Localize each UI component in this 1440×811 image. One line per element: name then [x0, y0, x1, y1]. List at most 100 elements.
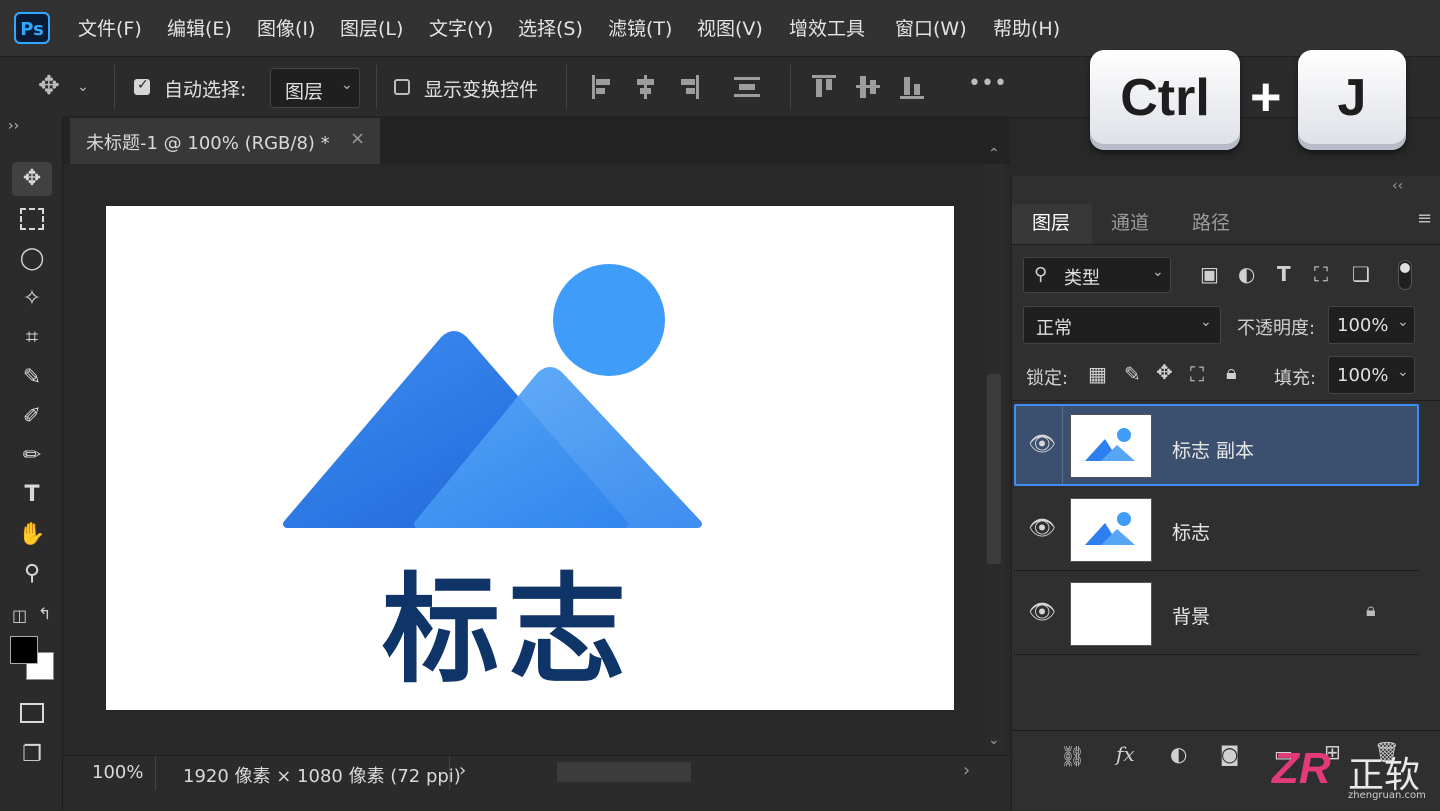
- opacity-field[interactable]: 100% ⌄: [1328, 306, 1415, 344]
- quick-mask-icon[interactable]: [12, 696, 52, 730]
- menu-image[interactable]: 图像(I): [257, 14, 315, 41]
- visibility-eye-icon[interactable]: 👁︎: [1028, 600, 1056, 625]
- chevron-down-icon: ⌄: [1200, 314, 1212, 330]
- lock-transparent-pixels-icon[interactable]: ▦: [1088, 362, 1107, 386]
- chevron-right-icon[interactable]: ›: [459, 760, 466, 781]
- panel-menu-icon[interactable]: ≡: [1417, 208, 1432, 229]
- divider: [449, 756, 450, 790]
- filter-toggle-switch[interactable]: [1398, 260, 1412, 290]
- scroll-right-icon[interactable]: ›: [963, 760, 970, 781]
- hand-tool-icon[interactable]: ✋: [12, 518, 52, 552]
- vertical-scroll-thumb[interactable]: [987, 374, 1001, 564]
- brush-tool-icon[interactable]: ✏: [12, 439, 52, 473]
- horizontal-scroll-thumb[interactable]: [557, 762, 691, 782]
- divider: [1012, 244, 1440, 245]
- auto-select-target-dropdown[interactable]: 图层 ⌄: [270, 68, 360, 108]
- layer-name[interactable]: 标志 副本: [1172, 436, 1254, 463]
- marquee-tool-icon[interactable]: [12, 202, 52, 236]
- lock-position-icon[interactable]: ✥: [1156, 360, 1173, 384]
- chevron-down-icon: ⌄: [1397, 364, 1409, 380]
- menu-layer[interactable]: 图层(L): [340, 14, 403, 41]
- move-tool-icon[interactable]: ✥: [12, 162, 52, 196]
- shape-layer-filter-icon[interactable]: ⛶: [1314, 262, 1328, 286]
- layer-thumbnail: [1070, 498, 1152, 562]
- chevron-down-icon[interactable]: ⌄: [77, 79, 89, 95]
- menu-view[interactable]: 视图(V): [697, 14, 763, 41]
- align-bottom-icon: [900, 77, 924, 99]
- tab-paths[interactable]: 路径: [1192, 208, 1230, 235]
- healing-brush-tool-icon[interactable]: ✐: [12, 400, 52, 434]
- layer-name[interactable]: 背景: [1172, 602, 1210, 629]
- adjustment-layer-icon[interactable]: ◐: [1170, 742, 1187, 766]
- document-tab[interactable]: 未标题-1 @ 100% (RGB/8) * ×: [70, 118, 380, 164]
- photoshop-logo: Ps: [14, 12, 50, 44]
- scroll-up-icon[interactable]: ⌃: [988, 146, 1000, 162]
- screen-mode-icon[interactable]: ❐: [12, 738, 52, 772]
- blend-mode-dropdown[interactable]: 正常 ⌄: [1023, 306, 1221, 344]
- layer-thumbnail: [1070, 414, 1152, 478]
- fill-value: 100%: [1337, 365, 1389, 386]
- menu-edit[interactable]: 编辑(E): [167, 14, 232, 41]
- smart-object-filter-icon[interactable]: ❏: [1352, 262, 1370, 286]
- vertical-scrollbar[interactable]: ⌃ ⌄: [985, 146, 1005, 754]
- default-colors-icon[interactable]: ◫: [12, 606, 27, 625]
- menu-filter[interactable]: 滤镜(T): [608, 14, 672, 41]
- align-center-horizontal-icon: [637, 75, 654, 99]
- lock-artboard-icon[interactable]: ⛶: [1190, 362, 1204, 386]
- scroll-down-icon[interactable]: ⌄: [988, 732, 1000, 748]
- divider: [1012, 730, 1440, 731]
- menu-plugins[interactable]: 增效工具: [789, 14, 865, 41]
- lock-image-pixels-icon[interactable]: ✎: [1124, 362, 1141, 386]
- lock-all-icon[interactable]: 🔒︎: [1226, 360, 1237, 384]
- pixel-layer-filter-icon[interactable]: ▣: [1200, 262, 1219, 286]
- show-transform-label: 显示变换控件: [424, 79, 539, 101]
- status-bar: 100% 1920 像素 × 1080 像素 (72 ppi) › ›: [63, 755, 1010, 811]
- zoom-level[interactable]: 100%: [92, 762, 143, 783]
- tab-layers[interactable]: 图层: [1032, 208, 1070, 235]
- document-info: 1920 像素 × 1080 像素 (72 ppi): [183, 766, 461, 787]
- adjustment-layer-filter-icon[interactable]: ◐: [1238, 262, 1255, 286]
- layer-row[interactable]: 👁︎ 背景 🔒︎: [1014, 572, 1419, 655]
- more-options-icon[interactable]: •••: [968, 71, 1007, 96]
- move-tool-preset-icon[interactable]: ✥: [38, 71, 60, 101]
- align-middle-vertical-icon: [856, 76, 880, 98]
- menu-help[interactable]: 帮助(H): [993, 14, 1060, 41]
- layer-name[interactable]: 标志: [1172, 518, 1210, 545]
- visibility-eye-icon[interactable]: 👁︎: [1028, 432, 1056, 457]
- j-keycap: J: [1298, 50, 1406, 150]
- collapse-panel-icon[interactable]: ‹‹: [1392, 178, 1403, 194]
- logo-text: 标志: [382, 561, 635, 699]
- menu-window[interactable]: 窗口(W): [895, 14, 967, 41]
- layer-effects-icon[interactable]: fx: [1116, 742, 1135, 766]
- visibility-eye-icon[interactable]: 👁︎: [1028, 516, 1056, 541]
- layer-row[interactable]: 👁︎ 标志: [1014, 488, 1419, 571]
- search-icon: ⚲: [1034, 264, 1048, 285]
- menu-file[interactable]: 文件(F): [78, 14, 142, 41]
- watermark-logo: ZR 正软 zhengruan.com: [1268, 744, 1434, 806]
- crop-tool-icon[interactable]: ⌗: [12, 321, 52, 355]
- layer-row[interactable]: 👁︎ 标志 副本: [1014, 404, 1419, 486]
- layer-filter-dropdown[interactable]: ⚲ 类型 ⌄: [1023, 257, 1171, 293]
- fill-field[interactable]: 100% ⌄: [1328, 356, 1415, 394]
- divider: [790, 65, 791, 109]
- tab-channels[interactable]: 通道: [1111, 208, 1149, 235]
- swap-colors-icon[interactable]: ↰: [38, 604, 51, 623]
- menu-type[interactable]: 文字(Y): [429, 14, 493, 41]
- auto-select-checkbox[interactable]: [134, 77, 150, 95]
- show-transform-checkbox[interactable]: [394, 79, 410, 95]
- magic-wand-tool-icon[interactable]: ✧: [12, 282, 52, 316]
- expand-toolbar-icon[interactable]: ››: [8, 118, 19, 134]
- type-layer-filter-icon[interactable]: T: [1277, 262, 1291, 286]
- zoom-tool-icon[interactable]: ⚲: [12, 557, 52, 591]
- lasso-tool-icon[interactable]: ◯: [12, 242, 52, 276]
- divider: [566, 65, 567, 109]
- document-canvas[interactable]: 标志: [106, 206, 954, 710]
- eyedropper-tool-icon[interactable]: ✎: [12, 361, 52, 395]
- link-layers-icon[interactable]: ⛓︎: [1060, 744, 1085, 768]
- layer-filter-value: 类型: [1064, 268, 1100, 289]
- layer-mask-icon[interactable]: ◙: [1220, 742, 1239, 766]
- menu-select[interactable]: 选择(S): [518, 14, 583, 41]
- type-tool-icon[interactable]: T: [12, 478, 52, 512]
- close-tab-icon[interactable]: ×: [350, 128, 365, 149]
- foreground-color-swatch[interactable]: [10, 636, 38, 664]
